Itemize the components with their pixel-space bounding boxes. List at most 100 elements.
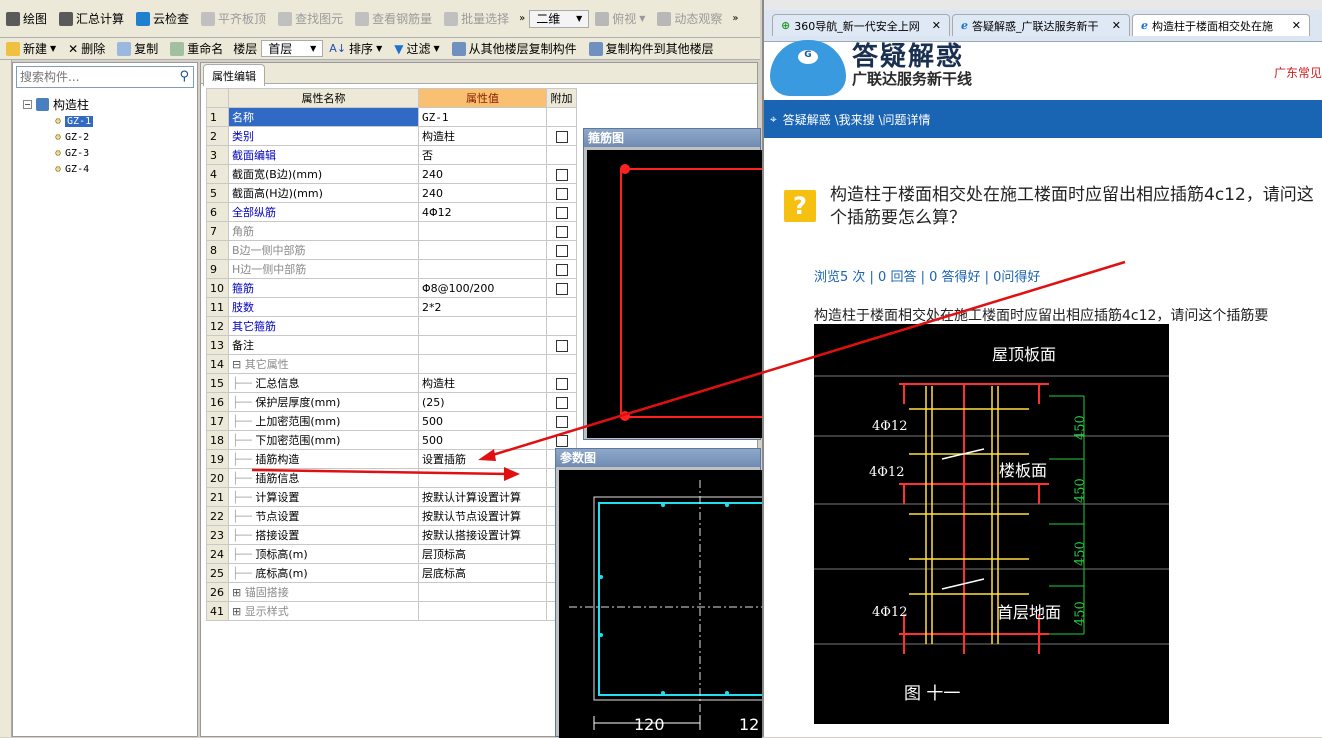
property-row[interactable]: 41 ⊞ 显示样式 (206, 601, 577, 621)
property-row[interactable]: 9 H边一侧中部筋 (206, 259, 577, 279)
property-value[interactable]: 构造柱 (418, 126, 547, 146)
copy-button[interactable]: 复制 (111, 38, 164, 59)
property-row[interactable]: 26 ⊞ 锚固搭接 (206, 582, 577, 602)
region-link[interactable]: 广东常见 (1274, 64, 1322, 81)
extra-checkbox[interactable] (555, 415, 568, 428)
property-row[interactable]: 7 角筋 (206, 221, 577, 241)
top-view-button[interactable]: 俯视 ▼ (589, 8, 651, 30)
search-input[interactable] (17, 67, 167, 87)
floor-select[interactable]: 首层 ▼ (261, 40, 324, 57)
property-value[interactable] (418, 468, 547, 488)
property-row[interactable]: 5 截面高(H边)(mm) 240 (206, 183, 577, 203)
menu-align-top-button[interactable]: 平齐板顶 (195, 8, 272, 30)
property-value[interactable]: 240 (418, 164, 547, 184)
browser-tab[interactable]: ℯ 答疑解惑_广联达服务新干 ✕ (952, 14, 1130, 36)
property-row[interactable]: 10 箍筋 Φ8@100/200 (206, 278, 577, 298)
property-value[interactable] (418, 221, 547, 241)
question-stats[interactable]: 浏览5 次 | 0 回答 | 0 答得好 | 0问得好 (814, 266, 1040, 285)
property-row[interactable]: 1 名称 GZ-1 (206, 107, 577, 127)
search-icon[interactable]: ⚲ (179, 69, 189, 84)
close-tab-icon[interactable]: ✕ (932, 19, 941, 32)
extra-checkbox[interactable] (555, 377, 568, 390)
property-row[interactable]: 18 ├── 下加密范围(mm) 500 (206, 430, 577, 450)
extra-checkbox[interactable] (555, 187, 568, 200)
tree-item[interactable]: ⚙ GZ-4 (23, 161, 197, 177)
extra-checkbox[interactable] (555, 130, 568, 143)
property-value[interactable]: GZ-1 (418, 107, 547, 127)
property-value[interactable] (418, 582, 547, 602)
property-value[interactable]: 2*2 (418, 297, 547, 317)
property-value[interactable] (418, 601, 547, 621)
extra-checkbox[interactable] (555, 434, 568, 447)
extra-checkbox[interactable] (555, 206, 568, 219)
breadcrumb[interactable]: 答疑解惑 \我来搜 \问题详情 (783, 111, 931, 128)
expand-icon[interactable]: ⊞ (232, 605, 245, 618)
property-value[interactable]: (25) (418, 392, 547, 412)
rename-button[interactable]: 重命名 (164, 38, 229, 59)
browser-tab[interactable]: ⊕ 360导航_新一代安全上网 ✕ (772, 14, 950, 36)
property-value[interactable]: 按默认节点设置计算 (418, 506, 547, 526)
property-row[interactable]: 22 ├── 节点设置 按默认节点设置计算 (206, 506, 577, 526)
property-row[interactable]: 16 ├── 保护层厚度(mm) (25) (206, 392, 577, 412)
expand-icon[interactable]: ⊞ (232, 586, 245, 599)
property-value[interactable] (418, 335, 547, 355)
property-row[interactable]: 14 ⊟ 其它属性 (206, 354, 577, 374)
property-value[interactable]: 按默认计算设置计算 (418, 487, 547, 507)
browser-tab[interactable]: ℯ 构造柱于楼面相交处在施 ✕ (1132, 14, 1310, 36)
property-value[interactable] (418, 259, 547, 279)
close-tab-icon[interactable]: ✕ (1292, 19, 1301, 32)
extra-checkbox[interactable] (555, 282, 568, 295)
property-row[interactable]: 19 ├── 插筋构造 设置插筋 (206, 449, 577, 469)
property-row[interactable]: 3 截面编辑否 (206, 145, 577, 165)
menu-find-button[interactable]: 查找图元 (272, 8, 349, 30)
overflow-chevron-icon[interactable]: » (515, 13, 529, 24)
extra-checkbox[interactable] (555, 396, 568, 409)
property-row[interactable]: 23 ├── 搭接设置 按默认搭接设置计算 (206, 525, 577, 545)
property-value[interactable]: Φ8@100/200 (418, 278, 547, 298)
property-row[interactable]: 15 ├── 汇总信息 构造柱 (206, 373, 577, 393)
extra-checkbox[interactable] (555, 263, 568, 276)
overflow-chevron-icon[interactable]: » (728, 13, 742, 24)
filter-button[interactable]: ▼ 过滤 ▼ (388, 38, 445, 59)
property-row[interactable]: 17 ├── 上加密范围(mm) 500 (206, 411, 577, 431)
copy-from-floor-button[interactable]: 从其他楼层复制构件 (446, 38, 583, 59)
tab-property-edit[interactable]: 属性编辑 (203, 64, 265, 86)
property-value[interactable]: 层底标高 (418, 563, 547, 583)
property-row[interactable]: 2 类别 构造柱 (206, 126, 577, 146)
property-value[interactable]: 层顶标高 (418, 544, 547, 564)
extra-checkbox[interactable] (555, 339, 568, 352)
menu-draw-button[interactable]: 绘图 (0, 8, 53, 30)
property-value[interactable]: 按默认搭接设置计算 (418, 525, 547, 545)
property-row[interactable]: 13 备注 (206, 335, 577, 355)
menu-cloud-check-button[interactable]: 云检查 (130, 8, 195, 30)
tree-root[interactable]: − 构造柱 (23, 96, 197, 113)
property-row[interactable]: 21 ├── 计算设置 按默认计算设置计算 (206, 487, 577, 507)
collapse-icon[interactable]: − (23, 100, 32, 109)
property-row[interactable]: 11 肢数 2*2 (206, 297, 577, 317)
property-row[interactable]: 24 ├── 顶标高(m) 层顶标高 (206, 544, 577, 564)
property-value[interactable]: 500 (418, 430, 547, 450)
view-dimension-select[interactable]: 二维 ▼ (529, 9, 590, 28)
collapse-icon[interactable]: ⊟ (232, 358, 245, 371)
copy-to-floor-button[interactable]: 复制构件到其他楼层 (583, 38, 720, 59)
new-button[interactable]: 新建 ▼ (0, 38, 62, 59)
property-value[interactable]: 240 (418, 183, 547, 203)
property-value[interactable]: 否 (418, 145, 547, 165)
property-value[interactable] (418, 240, 547, 260)
close-tab-icon[interactable]: ✕ (1112, 19, 1121, 32)
property-value[interactable]: 设置插筋 (418, 449, 547, 469)
menu-sigma-button[interactable]: 汇总计算 (53, 8, 130, 30)
menu-view-rebar-button[interactable]: 查看钢筋量 (349, 8, 438, 30)
menu-batch-select-button[interactable]: 批量选择 (438, 8, 515, 30)
extra-checkbox[interactable] (555, 244, 568, 257)
property-value[interactable]: 500 (418, 411, 547, 431)
property-row[interactable]: 20 ├── 插筋信息 (206, 468, 577, 488)
tree-item[interactable]: ⚙ GZ-1 (23, 113, 197, 129)
property-row[interactable]: 12 其它箍筋 (206, 316, 577, 336)
property-value[interactable] (418, 354, 547, 374)
property-value[interactable]: 4Φ12 (418, 202, 547, 222)
tree-item[interactable]: ⚙ GZ-3 (23, 145, 197, 161)
extra-checkbox[interactable] (555, 168, 568, 181)
extra-checkbox[interactable] (555, 225, 568, 238)
tree-item[interactable]: ⚙ GZ-2 (23, 129, 197, 145)
